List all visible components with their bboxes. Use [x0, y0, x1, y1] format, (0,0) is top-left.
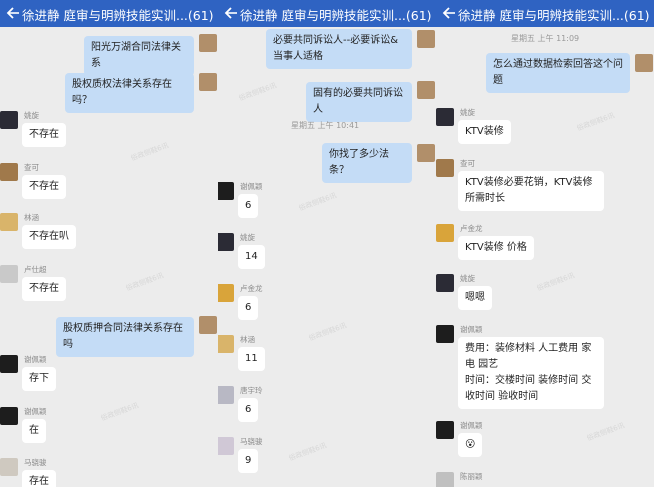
chat-header: 徐进静 庭审与明辨技能实训...(61): [436, 0, 654, 27]
incoming-message-bubble[interactable]: KTV装修必要花销，KTV装修所需时长: [458, 171, 604, 211]
my-avatar[interactable]: [199, 73, 217, 91]
sender-name: 姚旋: [24, 111, 39, 120]
incoming-message-bubble[interactable]: 不存在: [22, 175, 66, 199]
incoming-message-bubble[interactable]: 不存在: [22, 277, 66, 301]
incoming-message-bubble[interactable]: 14: [238, 245, 265, 269]
incoming-message-bubble[interactable]: 嗯嗯: [458, 286, 492, 310]
incoming-message-bubble[interactable]: 6: [238, 296, 259, 320]
incoming-message-bubble[interactable]: KTV装修 价格: [458, 236, 534, 260]
my-avatar[interactable]: [199, 316, 217, 334]
sender-name: 林涵: [240, 335, 255, 344]
avatar-chenliying[interactable]: [436, 472, 454, 487]
avatar-xiepeiying[interactable]: [0, 407, 18, 425]
timestamp: 星期五 上午 10:41: [291, 121, 360, 130]
sender-name: 陈丽颖: [460, 472, 483, 481]
my-avatar[interactable]: [417, 81, 435, 99]
avatar-chake[interactable]: [436, 159, 454, 177]
incoming-message-bubble[interactable]: 9: [238, 449, 259, 473]
outgoing-message-bubble[interactable]: 怎么通过数据检索回答这个问题: [486, 53, 630, 93]
message-list[interactable]: 俗政侧鞋6讯 俗政侧鞋6讯 俗政侧鞋6讯 星期五 上午 11:09 怎么通过数据…: [436, 27, 654, 487]
sender-name: 谢佩颖: [460, 421, 483, 430]
avatar-yaoxuan[interactable]: [436, 274, 454, 292]
avatar-lujinlong[interactable]: [436, 224, 454, 242]
incoming-message-bubble[interactable]: 😮: [458, 433, 483, 457]
sender-name: 谢佩颖: [240, 182, 263, 191]
message-list[interactable]: 俗政侧鞋6讯 俗政侧鞋6讯 俗政侧鞋6讯 俗政侧鞋6讯 必要共同诉讼人--必要诉…: [218, 27, 436, 487]
incoming-message-bubble[interactable]: 11: [238, 347, 265, 371]
sender-name: 姚旋: [240, 233, 255, 242]
outgoing-message-bubble[interactable]: 你找了多少法条？: [322, 143, 412, 183]
outgoing-message-bubble[interactable]: 固有的必要共同诉讼人: [306, 82, 412, 122]
incoming-message-bubble[interactable]: 不存在: [22, 123, 66, 147]
back-arrow-icon[interactable]: [222, 4, 238, 22]
my-avatar[interactable]: [199, 34, 217, 52]
my-avatar[interactable]: [635, 54, 653, 72]
chat-title: 徐进静 庭审与明辨技能实训...(61): [240, 8, 432, 23]
chat-title: 徐进静 庭审与明辨技能实训...(61): [458, 8, 650, 23]
back-arrow-icon[interactable]: [4, 4, 20, 22]
incoming-message-bubble[interactable]: 不存在叭: [22, 225, 76, 249]
incoming-message-bubble[interactable]: 6: [238, 398, 259, 422]
avatar-yaoxuan[interactable]: [436, 108, 454, 126]
incoming-message-bubble[interactable]: 在: [22, 419, 46, 443]
avatar-xiepeiying[interactable]: [436, 421, 454, 439]
chat-header: 徐进静 庭审与明辨技能实训...(61): [0, 0, 218, 27]
outgoing-message-bubble[interactable]: 必要共同诉讼人--必要诉讼&当事人适格: [266, 29, 412, 69]
sender-name: 林涵: [24, 213, 39, 222]
avatar-maxiaojun[interactable]: [218, 437, 234, 455]
avatar-xiepeiying[interactable]: [218, 182, 234, 200]
message-list[interactable]: 俗政侧鞋6讯 俗政侧鞋6讯 俗政侧鞋6讯 俗政侧鞋6讯 阳光万湖合同法律关系 股…: [0, 27, 218, 487]
sender-name: 姚旋: [460, 108, 475, 117]
sender-name: 卢金龙: [240, 284, 263, 293]
sender-name: 卢仕超: [24, 265, 47, 274]
chat-panel-1: 徐进静 庭审与明辨技能实训...(61) 俗政侧鞋6讯 俗政侧鞋6讯 俗政侧鞋6…: [0, 0, 218, 487]
sender-name: 谢佩颖: [24, 355, 47, 364]
sender-name: 查可: [24, 163, 39, 172]
avatar-lujinlong[interactable]: [218, 284, 234, 302]
chat-title: 徐进静 庭审与明辨技能实训...(61): [22, 8, 214, 23]
outgoing-message-bubble[interactable]: 阳光万湖合同法律关系: [84, 36, 194, 76]
avatar-xiepeiying[interactable]: [0, 355, 18, 373]
back-arrow-icon[interactable]: [440, 4, 456, 22]
avatar-yaoxuan[interactable]: [218, 233, 234, 251]
incoming-message-bubble[interactable]: 存下: [22, 367, 56, 391]
avatar-maxiaojun[interactable]: [0, 458, 18, 476]
avatar-tangyuling[interactable]: [218, 386, 234, 404]
my-avatar[interactable]: [417, 30, 435, 48]
avatar-chake[interactable]: [0, 163, 18, 181]
avatar-linhan[interactable]: [218, 335, 234, 353]
sender-name: 唐宇玲: [240, 386, 263, 395]
sender-name: 马骁骏: [240, 437, 263, 446]
incoming-message-bubble[interactable]: 费用：装修材料 人工费用 家电 园艺 时间：交楼时间 装修时间 交收时间 验收时…: [458, 337, 604, 409]
sender-name: 谢佩颖: [24, 407, 47, 416]
outgoing-message-bubble[interactable]: 股权质权法律关系存在吗？: [65, 73, 194, 113]
sender-name: 卢金龙: [460, 224, 483, 233]
avatar-linhan[interactable]: [0, 213, 18, 231]
avatar-lushichao[interactable]: [0, 265, 18, 283]
chat-panel-2: 徐进静 庭审与明辨技能实训...(61) 俗政侧鞋6讯 俗政侧鞋6讯 俗政侧鞋6…: [218, 0, 436, 487]
incoming-message-bubble[interactable]: 6: [238, 194, 259, 218]
my-avatar[interactable]: [417, 144, 435, 162]
sender-name: 姚旋: [460, 274, 475, 283]
sender-name: 查可: [460, 159, 475, 168]
avatar-xiepeiying[interactable]: [436, 325, 454, 343]
sender-name: 谢佩颖: [460, 325, 483, 334]
chat-panel-3: 徐进静 庭审与明辨技能实训...(61) 俗政侧鞋6讯 俗政侧鞋6讯 俗政侧鞋6…: [436, 0, 654, 487]
chat-header: 徐进静 庭审与明辨技能实训...(61): [218, 0, 436, 27]
avatar-yaoxuan[interactable]: [0, 111, 18, 129]
incoming-message-bubble[interactable]: 存在: [22, 470, 56, 487]
sender-name: 马骁骏: [24, 458, 47, 467]
incoming-message-bubble[interactable]: KTV装修: [458, 120, 511, 144]
timestamp: 星期五 上午 11:09: [511, 34, 580, 43]
outgoing-message-bubble[interactable]: 股权质押合同法律关系存在吗: [56, 317, 194, 357]
